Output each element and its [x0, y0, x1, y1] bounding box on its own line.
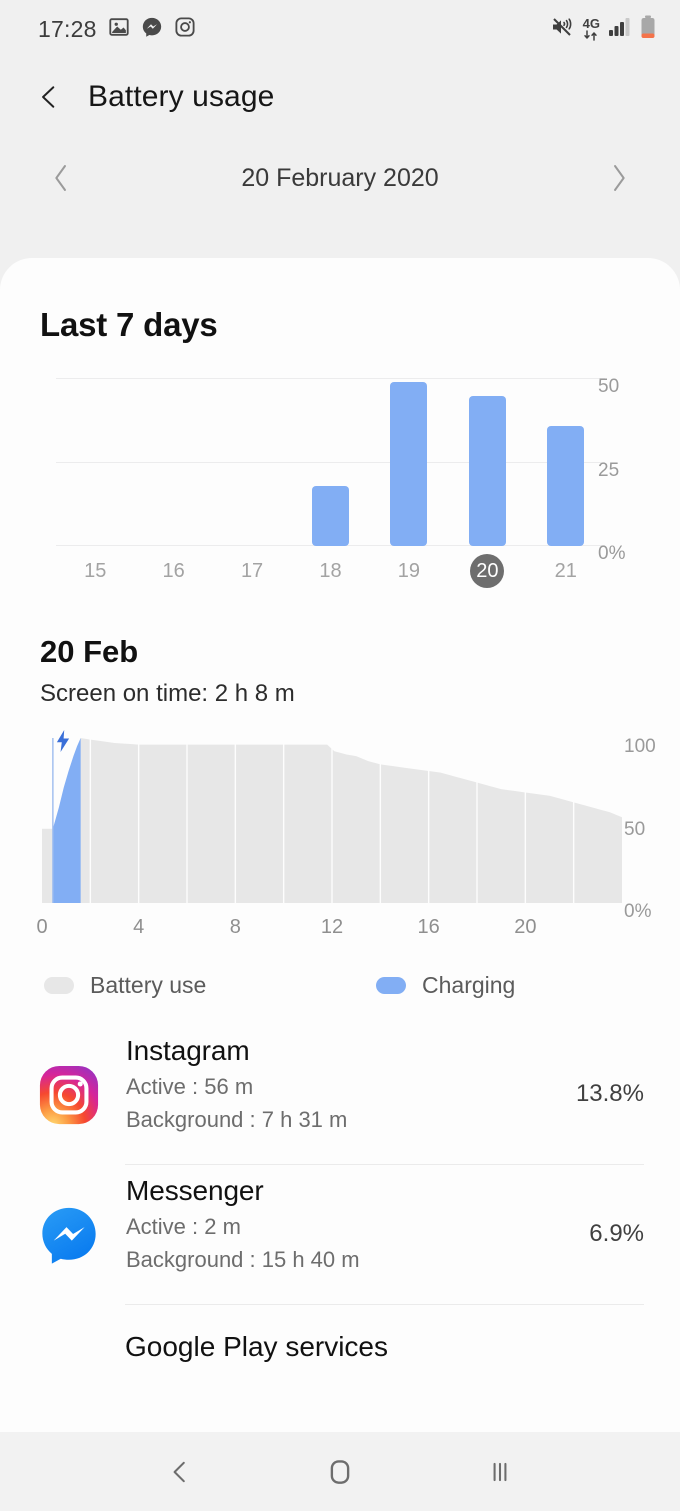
battery-chart-plot — [42, 738, 622, 903]
weekly-y-label: 25 — [598, 459, 620, 481]
current-date-label: 20 February 2020 — [241, 163, 439, 192]
nav-home-button[interactable] — [318, 1450, 362, 1494]
instagram-icon — [38, 1064, 100, 1126]
weekly-y-label: 50 — [598, 376, 620, 397]
messenger-icon — [141, 16, 163, 43]
weekly-day-label-21[interactable]: 21 — [555, 560, 577, 583]
nav-recents-button[interactable] — [478, 1450, 522, 1494]
page-title: Battery usage — [88, 80, 275, 113]
chart-legend: Battery use Charging — [0, 968, 680, 999]
system-navigation-bar — [0, 1432, 680, 1511]
charging-area — [52, 738, 81, 903]
weekly-x-axis: 15 16 17 18 19 20 21 — [56, 554, 605, 594]
app-usage-list: Instagram Active : 56 m Background : 7 h… — [0, 1025, 680, 1363]
battery-y-label: 0% — [624, 901, 652, 922]
bar-20 — [468, 395, 506, 546]
messenger-icon — [38, 1204, 100, 1266]
battery-area-groups — [42, 738, 622, 903]
battery-icon — [640, 15, 656, 44]
cut-off-app-name[interactable]: Google Play services — [0, 1305, 680, 1363]
battery-x-label: 4 — [133, 916, 145, 938]
battery-x-label: 20 — [514, 916, 537, 938]
app-info: Messenger Active : 2 m Background : 15 h… — [126, 1165, 589, 1305]
weekly-day-label-16[interactable]: 16 — [163, 560, 185, 583]
app-name: Messenger — [126, 1175, 264, 1206]
status-time: 17:28 — [38, 15, 97, 42]
weekly-day-label-15[interactable]: 15 — [84, 560, 106, 583]
weekly-chart-plot — [56, 378, 605, 546]
battery-area-svg — [42, 738, 622, 903]
status-bar: 17:28 4G — [0, 0, 680, 58]
next-day-button[interactable] — [610, 162, 628, 194]
legend-charging: Charging — [376, 972, 515, 999]
last-7-days-title: Last 7 days — [40, 306, 218, 343]
previous-day-button[interactable] — [52, 162, 70, 194]
weekly-y-axis: 0% 25 50 — [598, 368, 658, 564]
legend-battery-use-label: Battery use — [90, 972, 207, 998]
weekly-day-label-20[interactable]: 20 — [470, 554, 505, 588]
battery-level-chart: 0% 50 100 0 4 8 12 16 20 — [0, 730, 680, 968]
bar-18 — [312, 485, 349, 546]
back-button[interactable] — [36, 84, 62, 110]
page-header: Battery usage — [0, 58, 680, 136]
battery-y-label: 50 — [624, 818, 646, 840]
battery-x-label: 12 — [320, 916, 344, 938]
weekly-day-label-18[interactable]: 18 — [319, 560, 341, 583]
gallery-icon — [108, 16, 130, 43]
app-background-time: Background : 15 h 40 m — [126, 1247, 360, 1272]
mobile-data-icon: 4G — [583, 17, 600, 41]
app-active-time: Active : 2 m — [126, 1214, 241, 1239]
battery-x-label: 16 — [417, 916, 440, 938]
weekly-bars — [56, 378, 605, 546]
battery-x-axis: 0 4 8 12 16 20 — [36, 916, 622, 956]
bar-19 — [390, 382, 428, 546]
legend-battery-use: Battery use — [44, 972, 376, 999]
list-item[interactable]: Instagram Active : 56 m Background : 7 h… — [0, 1025, 680, 1165]
list-item[interactable]: Messenger Active : 2 m Background : 15 h… — [0, 1165, 680, 1305]
weekly-day-label-17[interactable]: 17 — [241, 560, 263, 583]
screen-on-time: Screen on time: 2 h 8 m — [40, 680, 295, 707]
day-title: 20 Feb — [40, 634, 139, 669]
app-info: Instagram Active : 56 m Background : 7 h… — [126, 1025, 576, 1165]
app-name: Instagram — [126, 1035, 250, 1066]
legend-battery-use-swatch — [44, 977, 74, 994]
weekly-day-label-19[interactable]: 19 — [398, 560, 420, 583]
battery-x-label: 8 — [229, 916, 241, 938]
battery-y-axis: 0% 50 100 — [624, 728, 674, 922]
app-background-time: Background : 7 h 31 m — [126, 1107, 348, 1132]
bar-21 — [547, 425, 585, 546]
date-navigator: 20 February 2020 — [0, 136, 680, 220]
weekly-usage-chart: 0% 25 50 15 16 17 18 19 20 21 — [0, 376, 680, 588]
nav-back-button[interactable] — [158, 1450, 202, 1494]
legend-charging-swatch — [376, 977, 406, 994]
content-card: Last 7 days 0% 25 50 15 16 17 18 19 20 21 20 Feb… — [0, 258, 680, 1511]
status-bar-left: 17:28 — [38, 16, 196, 43]
instagram-icon — [174, 16, 196, 43]
battery-x-label: 0 — [36, 916, 48, 938]
battery-y-label: 100 — [624, 736, 656, 757]
app-percent: 13.8% — [575, 1080, 644, 1107]
signal-bars-icon — [609, 17, 631, 42]
app-percent: 6.9% — [589, 1220, 644, 1247]
mute-vibrate-icon — [550, 15, 574, 44]
app-active-time: Active : 56 m — [126, 1074, 254, 1099]
status-bar-right: 4G — [550, 15, 656, 44]
legend-charging-label: Charging — [422, 972, 516, 998]
list-divider — [125, 1304, 644, 1305]
network-type-label: 4G — [582, 16, 600, 31]
